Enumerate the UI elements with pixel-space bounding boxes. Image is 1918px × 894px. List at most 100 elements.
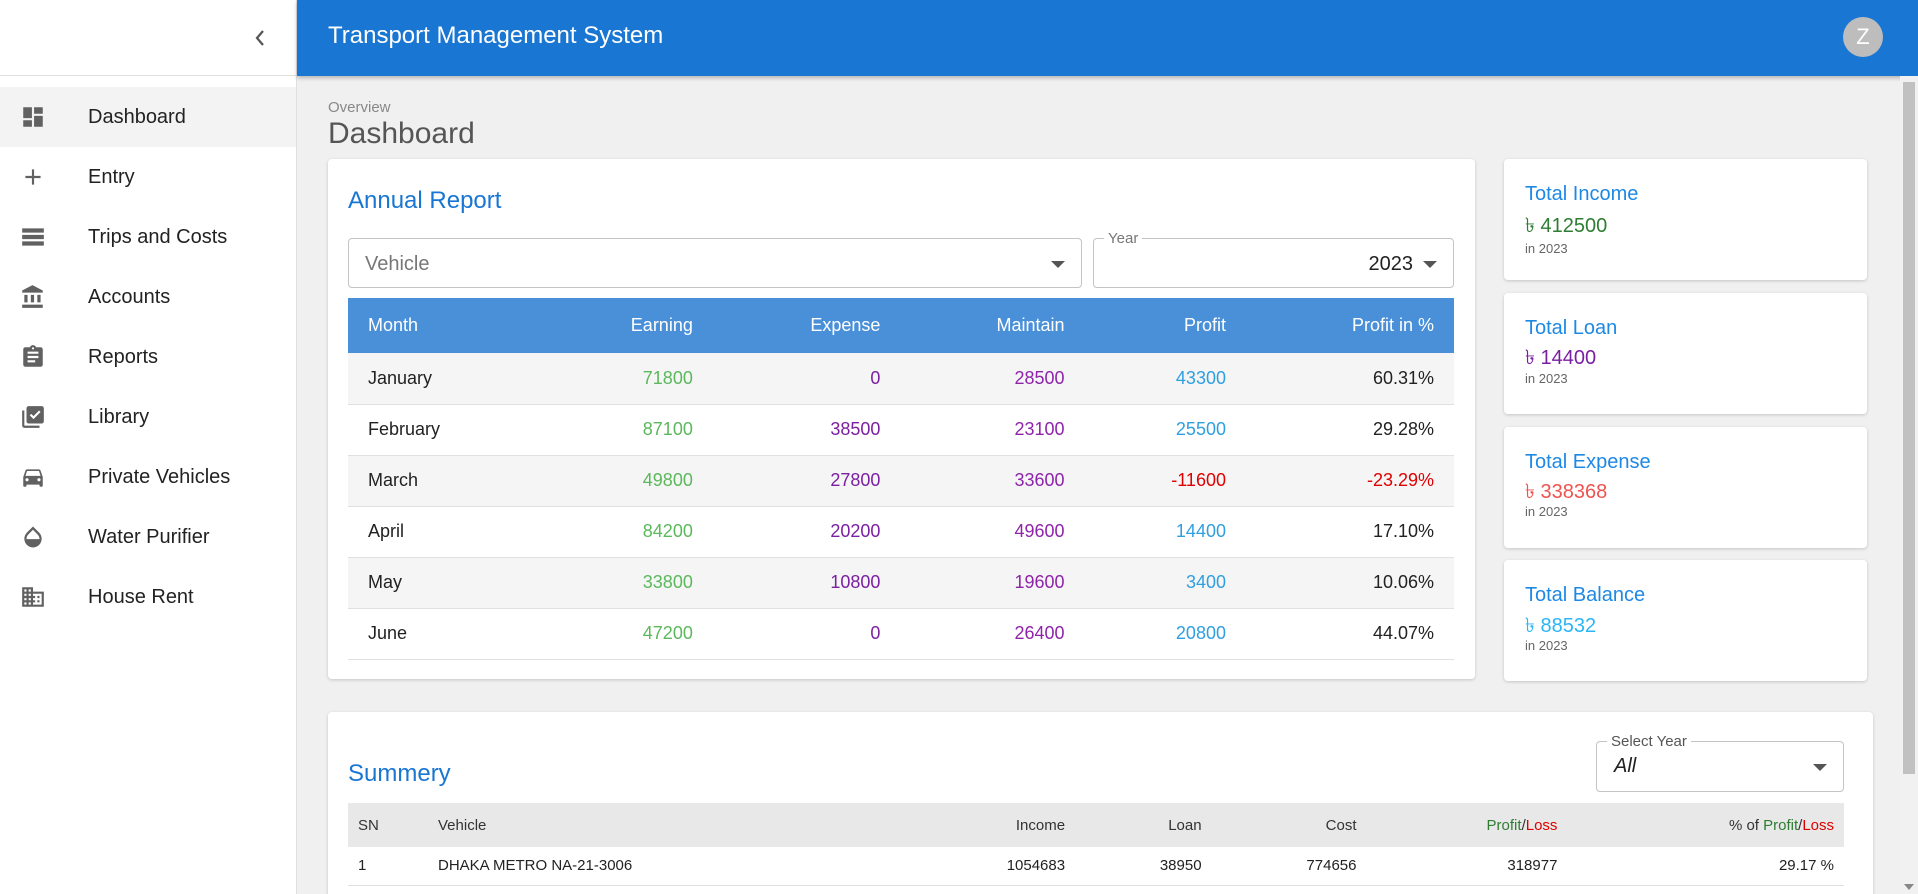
percent-of-label: % of <box>1728 816 1764 834</box>
cost-cell: 774656 <box>1211 847 1367 886</box>
library-check-icon <box>0 404 88 430</box>
expense-cell: 38500 <box>712 404 901 456</box>
loan-cell: 38950 <box>1075 847 1212 886</box>
profit-label: Profit <box>1486 816 1522 834</box>
avatar[interactable]: Z <box>1843 17 1883 57</box>
income-cell: 1054683 <box>901 847 1076 886</box>
sidebar-item-dashboard[interactable]: Dashboard <box>0 87 296 147</box>
column-header-profit: Profit <box>1183 315 1226 335</box>
annual-report-card: Annual Report Vehicle Year 2023 Month Ea… <box>328 159 1475 679</box>
sidebar-item-accounts[interactable]: Accounts <box>0 267 296 327</box>
table-header-row: SN Vehicle Income Loan Cost Profit/Loss … <box>348 803 1844 847</box>
earning-cell: 47200 <box>538 608 713 660</box>
expense-cell: 27800 <box>712 455 901 507</box>
column-header-maintain: Maintain <box>996 315 1065 335</box>
sidebar-item-reports[interactable]: Reports <box>0 327 296 387</box>
dropdown-arrow-icon <box>1423 261 1437 268</box>
earning-cell: 87100 <box>538 404 713 456</box>
total-income-card: Total Income ৳ 412500 in 2023 <box>1504 159 1867 280</box>
column-header-expense: Expense <box>810 315 881 335</box>
sn-cell: 1 <box>348 847 428 886</box>
sidebar-item-private-vehicles[interactable]: Private Vehicles <box>0 447 296 507</box>
sidebar-item-water-purifier[interactable]: Water Purifier <box>0 507 296 567</box>
stat-value: ৳ 412500 <box>1525 215 1608 237</box>
chevron-left-icon <box>255 30 264 46</box>
column-header-vehicle: Vehicle <box>438 816 487 834</box>
profit-percent-cell: 17.10% <box>1245 506 1454 558</box>
expense-cell: 20200 <box>712 506 901 558</box>
profit-cell: 20800 <box>1084 608 1246 660</box>
list-icon <box>0 224 88 250</box>
sidebar-item-label: Accounts <box>88 285 171 308</box>
water-drop-icon <box>0 524 88 550</box>
profit-label: Profit <box>1763 816 1799 834</box>
scroll-down-arrow-icon[interactable] <box>1904 884 1914 890</box>
sidebar-item-house-rent[interactable]: House Rent <box>0 567 296 627</box>
profit-cell: 25500 <box>1084 404 1246 456</box>
total-expense-card: Total Expense ৳ 338368 in 2023 <box>1504 427 1867 548</box>
sidebar-item-entry[interactable]: Entry <box>0 147 296 207</box>
expense-cell: 10800 <box>712 557 901 609</box>
collapse-sidebar-button[interactable] <box>246 24 274 52</box>
dashboard-icon <box>0 104 88 130</box>
app-header: Transport Management System Z <box>297 0 1918 76</box>
annual-report-table: Month Earning Expense Maintain Profit Pr… <box>348 298 1454 660</box>
profit-cell: 43300 <box>1084 353 1246 405</box>
profit-percent-cell: 29.28% <box>1245 404 1454 456</box>
sidebar-item-label: Trips and Costs <box>88 225 228 248</box>
profit-loss-cell: 318977 <box>1366 847 1568 886</box>
stat-label: Total Income <box>1525 183 1639 205</box>
app-title: Transport Management System <box>328 22 664 49</box>
table-row: March 49800 27800 33600 -11600 -23.29% <box>348 455 1454 507</box>
column-header-sn: SN <box>358 816 379 834</box>
car-icon <box>0 464 88 490</box>
column-header-income: Income <box>1015 816 1066 834</box>
stat-subtext: in 2023 <box>1525 241 1568 256</box>
plus-icon <box>0 164 88 190</box>
profit-cell: 14400 <box>1084 506 1246 558</box>
earning-cell: 84200 <box>538 506 713 558</box>
profit-percent-cell: 44.07% <box>1245 608 1454 660</box>
month-cell: June <box>348 608 539 660</box>
stat-label: Total Balance <box>1525 584 1646 606</box>
select-year-value: All <box>1614 755 1637 777</box>
stat-subtext: in 2023 <box>1525 504 1568 519</box>
select-year-dropdown[interactable]: Select Year All <box>1596 733 1844 792</box>
summary-table: SN Vehicle Income Loan Cost Profit/Loss … <box>348 803 1844 886</box>
profit-percent-cell: 10.06% <box>1245 557 1454 609</box>
table-row: 1 DHAKA METRO NA-21-3006 1054683 38950 7… <box>348 847 1844 886</box>
vehicle-cell: DHAKA METRO NA-21-3006 <box>428 847 902 886</box>
year-select-value: 2023 <box>1368 253 1414 275</box>
sidebar-item-label: Private Vehicles <box>88 465 231 488</box>
month-cell: January <box>348 353 539 405</box>
dropdown-arrow-icon <box>1051 261 1065 268</box>
sidebar-item-trips-and-costs[interactable]: Trips and Costs <box>0 207 296 267</box>
year-select-label: Year <box>1104 230 1143 247</box>
column-header-month: Month <box>368 315 419 335</box>
year-select[interactable]: Year 2023 <box>1093 230 1454 288</box>
table-row: February 87100 38500 23100 25500 29.28% <box>348 404 1454 456</box>
sidebar-item-label: Library <box>88 405 150 428</box>
loss-label: Loss <box>1802 816 1834 834</box>
column-header-cost: Cost <box>1325 816 1357 834</box>
column-header-loan: Loan <box>1168 816 1202 834</box>
stat-label: Total Expense <box>1525 451 1651 473</box>
table-header-row: Month Earning Expense Maintain Profit Pr… <box>348 298 1454 353</box>
sidebar: Dashboard Entry Trips and Costs Accounts… <box>0 0 297 894</box>
earning-cell: 49800 <box>538 455 713 507</box>
profit-percent-cell: -23.29% <box>1245 455 1454 507</box>
maintain-cell: 49600 <box>900 506 1085 558</box>
column-header-profit-loss: Profit/Loss <box>1366 803 1567 847</box>
dropdown-arrow-icon <box>1813 764 1827 771</box>
column-header-percent-profit-loss: % of Profit/Loss <box>1567 803 1844 847</box>
maintain-cell: 23100 <box>900 404 1085 456</box>
page-scrollbar[interactable] <box>1900 76 1918 894</box>
breadcrumb: Overview <box>328 99 391 116</box>
table-row: April 84200 20200 49600 14400 17.10% <box>348 506 1454 558</box>
scrollbar-thumb[interactable] <box>1903 82 1915 774</box>
percent-profit-loss-cell: 29.17 % <box>1567 847 1844 886</box>
vehicle-select[interactable]: Vehicle <box>348 238 1082 288</box>
sidebar-item-library[interactable]: Library <box>0 387 296 447</box>
select-year-label: Select Year <box>1607 733 1691 750</box>
profit-cell: -11600 <box>1084 455 1246 507</box>
